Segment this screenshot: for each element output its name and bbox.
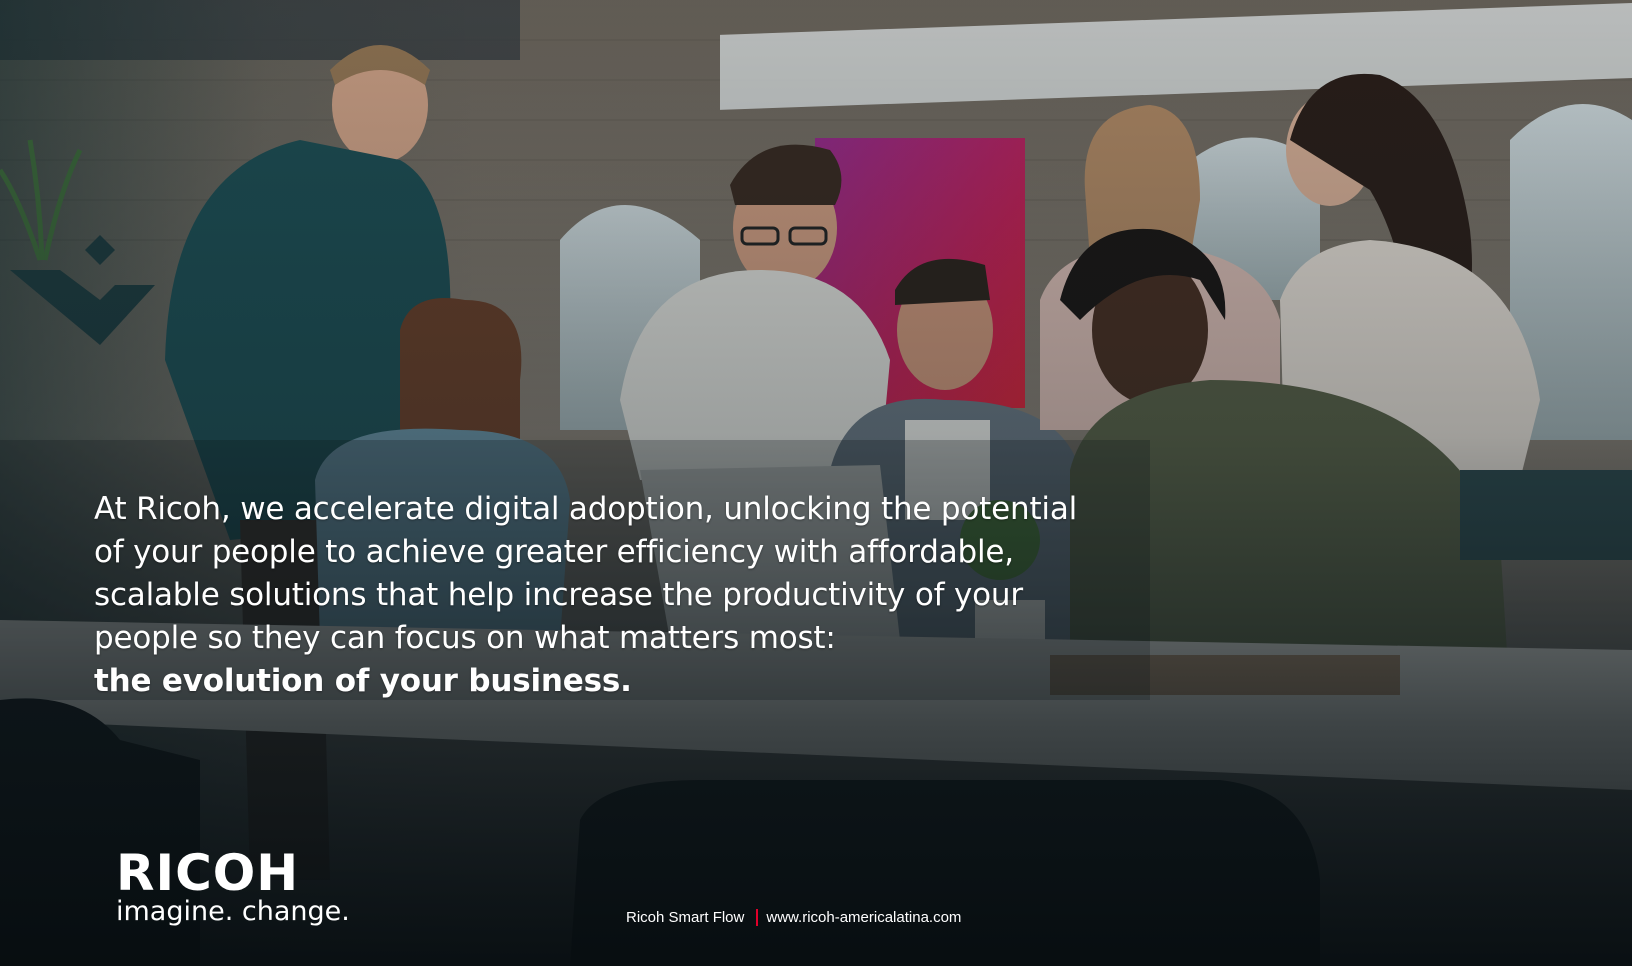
headline-line: scalable solutions that help increase th… (94, 577, 1023, 613)
headline-text: At Ricoh, we accelerate digital adoption… (94, 488, 1078, 703)
footer-website-link[interactable]: www.ricoh-americalatina.com (766, 909, 961, 926)
footer: Ricoh Smart Flow www.ricoh-americalatina… (626, 909, 961, 926)
brand-tagline: imagine. change. (116, 896, 350, 927)
ricoh-logo: RICOH (116, 844, 300, 902)
office-team-photo (0, 0, 1632, 966)
headline-line: At Ricoh, we accelerate digital adoption… (94, 491, 1078, 527)
headline-line: of your people to achieve greater effici… (94, 534, 1014, 570)
footer-product: Ricoh Smart Flow (626, 909, 745, 926)
footer-separator (756, 909, 759, 926)
headline-line: people so they can focus on what matters… (94, 620, 836, 656)
ricoh-brand: RICOH imagine. change. (116, 844, 350, 928)
background-photo (0, 0, 1632, 966)
headline-emphasis: the evolution of your business. (94, 663, 632, 699)
